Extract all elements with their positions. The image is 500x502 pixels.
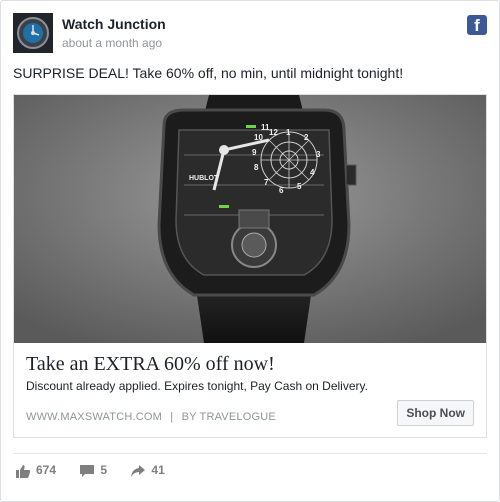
ad-separator: |: [170, 411, 174, 423]
shares-count[interactable]: 41: [130, 463, 165, 478]
share-arrow-icon: [131, 465, 146, 478]
shop-now-button[interactable]: Shop Now: [397, 400, 474, 426]
hour-mark: 5: [297, 182, 302, 191]
hour-mark: 7: [264, 178, 269, 187]
hour-mark: 2: [304, 133, 309, 142]
shares-value: 41: [151, 463, 165, 478]
thumbs-up-icon: [16, 465, 31, 479]
hour-mark: 12: [269, 128, 278, 137]
ad-description: Discount already applied. Expires tonigh…: [26, 379, 368, 393]
comment-icon: [80, 465, 95, 478]
post-timestamp[interactable]: about a month ago: [62, 36, 162, 50]
likes-count[interactable]: 674: [15, 463, 57, 479]
ad-source: BY TRAVELOGUE: [181, 411, 276, 423]
ad-post-card: Watch Junction about a month ago f SURPR…: [0, 0, 500, 502]
ad-image[interactable]: 12 1 2 3 4 5 6 7 8 9 10 11 HUBLOT: [14, 95, 486, 343]
post-text: SURPRISE DEAL! Take 60% off, no min, unt…: [13, 65, 404, 81]
ad-domain[interactable]: WWW.MAXSWATCH.COM: [26, 411, 162, 423]
ad-attachment[interactable]: 12 1 2 3 4 5 6 7 8 9 10 11 HUBLOT Take a…: [13, 94, 487, 438]
comments-value: 5: [100, 463, 108, 478]
comments-count[interactable]: 5: [79, 463, 107, 478]
page-name[interactable]: Watch Junction: [62, 16, 166, 32]
ad-source-line: WWW.MAXSWATCH.COM | BY TRAVELOGUE: [26, 411, 276, 423]
page-avatar[interactable]: [13, 13, 53, 53]
facebook-icon: f: [467, 15, 487, 35]
hour-mark: 8: [254, 163, 259, 172]
hour-mark: 3: [316, 150, 321, 159]
divider: [13, 453, 487, 454]
post-header: Watch Junction about a month ago f: [13, 13, 487, 55]
hour-mark: 4: [310, 168, 315, 177]
likes-value: 674: [36, 463, 57, 478]
hour-mark: 10: [254, 133, 263, 142]
hour-mark: 1: [286, 128, 291, 137]
ad-headline[interactable]: Take an EXTRA 60% off now!: [26, 353, 275, 376]
engagement-bar: 674 5 41: [15, 463, 185, 479]
watch-brand: HUBLOT: [189, 175, 219, 182]
hour-mark: 6: [279, 186, 284, 195]
hour-mark: 9: [252, 148, 257, 157]
hour-mark: 11: [261, 123, 270, 132]
